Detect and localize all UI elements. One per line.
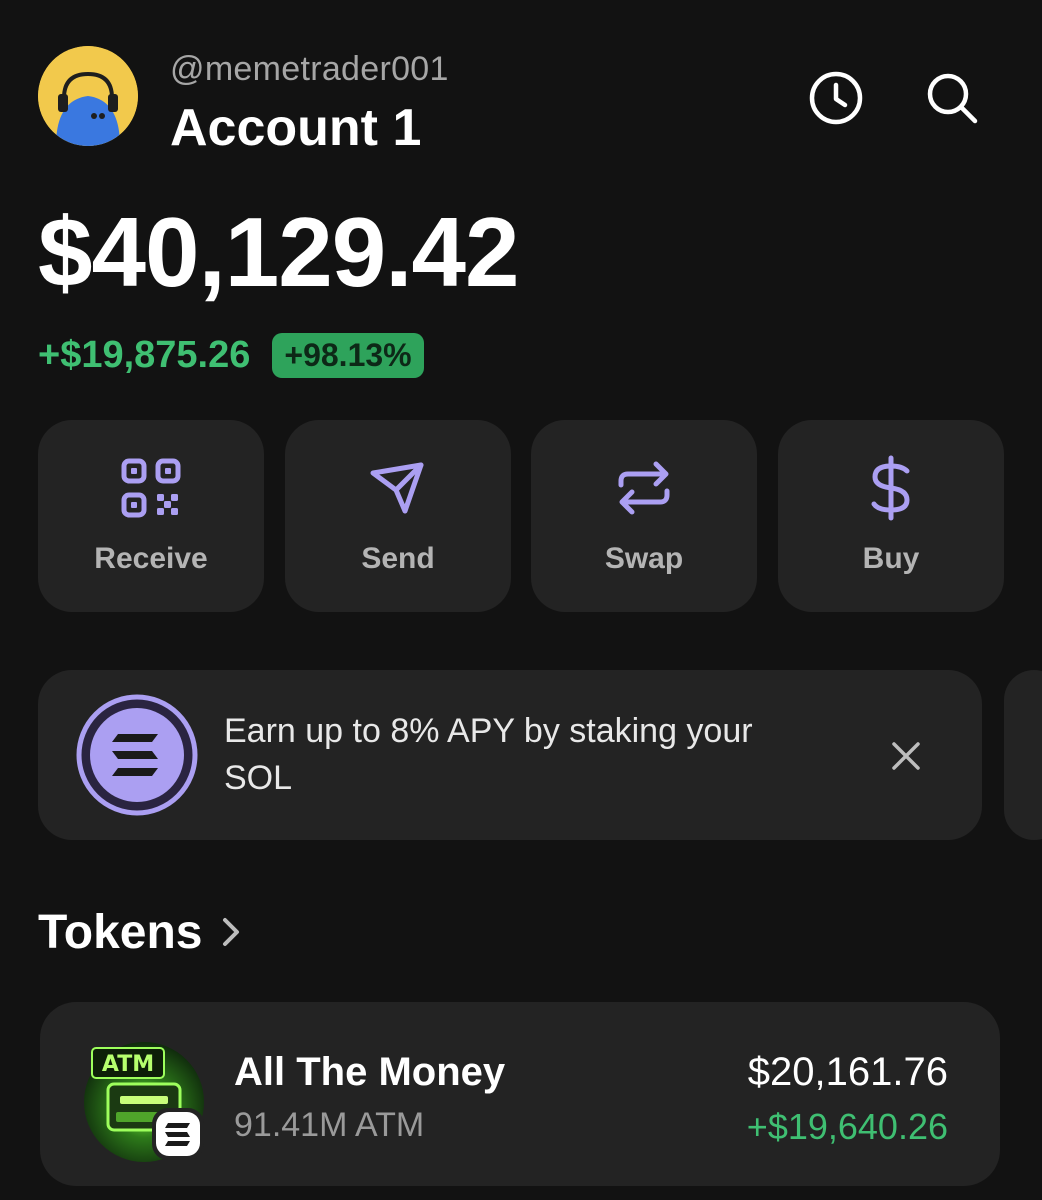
staking-promo-text: Earn up to 8% APY by staking your SOL	[224, 712, 753, 797]
account-name[interactable]: Account 1	[170, 98, 421, 158]
total-balance: $40,129.42	[38, 197, 519, 307]
swap-icon	[618, 461, 670, 515]
close-icon	[892, 742, 920, 770]
search-button[interactable]	[920, 66, 984, 130]
next-banner-card[interactable]	[1004, 670, 1042, 840]
solana-chain-icon	[150, 1106, 206, 1162]
action-buttons: Receive Send Swap Buy	[38, 420, 1004, 612]
token-name: All The Money	[234, 1050, 506, 1094]
banner-close-button[interactable]	[884, 734, 928, 778]
send-button[interactable]: Send	[285, 420, 511, 612]
tokens-title: Tokens	[38, 905, 203, 959]
avatar[interactable]	[38, 46, 138, 146]
swap-button[interactable]: Swap	[531, 420, 757, 612]
staking-promo-banner[interactable]: Earn up to 8% APY by staking your SOL	[38, 670, 982, 840]
buy-button[interactable]: Buy	[778, 420, 1004, 612]
swap-label: Swap	[604, 542, 684, 575]
receive-button[interactable]: Receive	[38, 420, 264, 612]
dollar-icon	[871, 455, 910, 521]
qr-code-icon	[121, 458, 181, 518]
balance-change-row: +$19,875.26 +98.13%	[38, 330, 424, 380]
clock-icon	[809, 71, 863, 125]
receive-label: Receive	[94, 542, 208, 575]
chevron-right-icon	[220, 914, 244, 950]
buy-label: Buy	[862, 542, 920, 575]
token-logo-text: ATM	[102, 1052, 154, 1077]
token-value: $20,161.76	[747, 1050, 948, 1094]
account-header: @memetrader001 Account 1	[0, 0, 1042, 170]
balance-change-amount: +$19,875.26	[38, 333, 251, 376]
account-handle: @memetrader001	[170, 50, 449, 88]
token-row[interactable]: ATM All The Money 91.41M ATM $20,161.76 …	[40, 1002, 1000, 1186]
tokens-section-header[interactable]: Tokens	[38, 900, 244, 964]
token-change: +$19,640.26	[746, 1106, 948, 1147]
solana-icon	[76, 694, 198, 816]
balance-change-percent-badge: +98.13%	[272, 332, 424, 378]
send-label: Send	[361, 542, 435, 575]
search-icon	[927, 73, 978, 124]
send-icon	[370, 462, 424, 514]
history-button[interactable]	[804, 66, 868, 130]
token-amount: 91.41M ATM	[234, 1106, 425, 1144]
